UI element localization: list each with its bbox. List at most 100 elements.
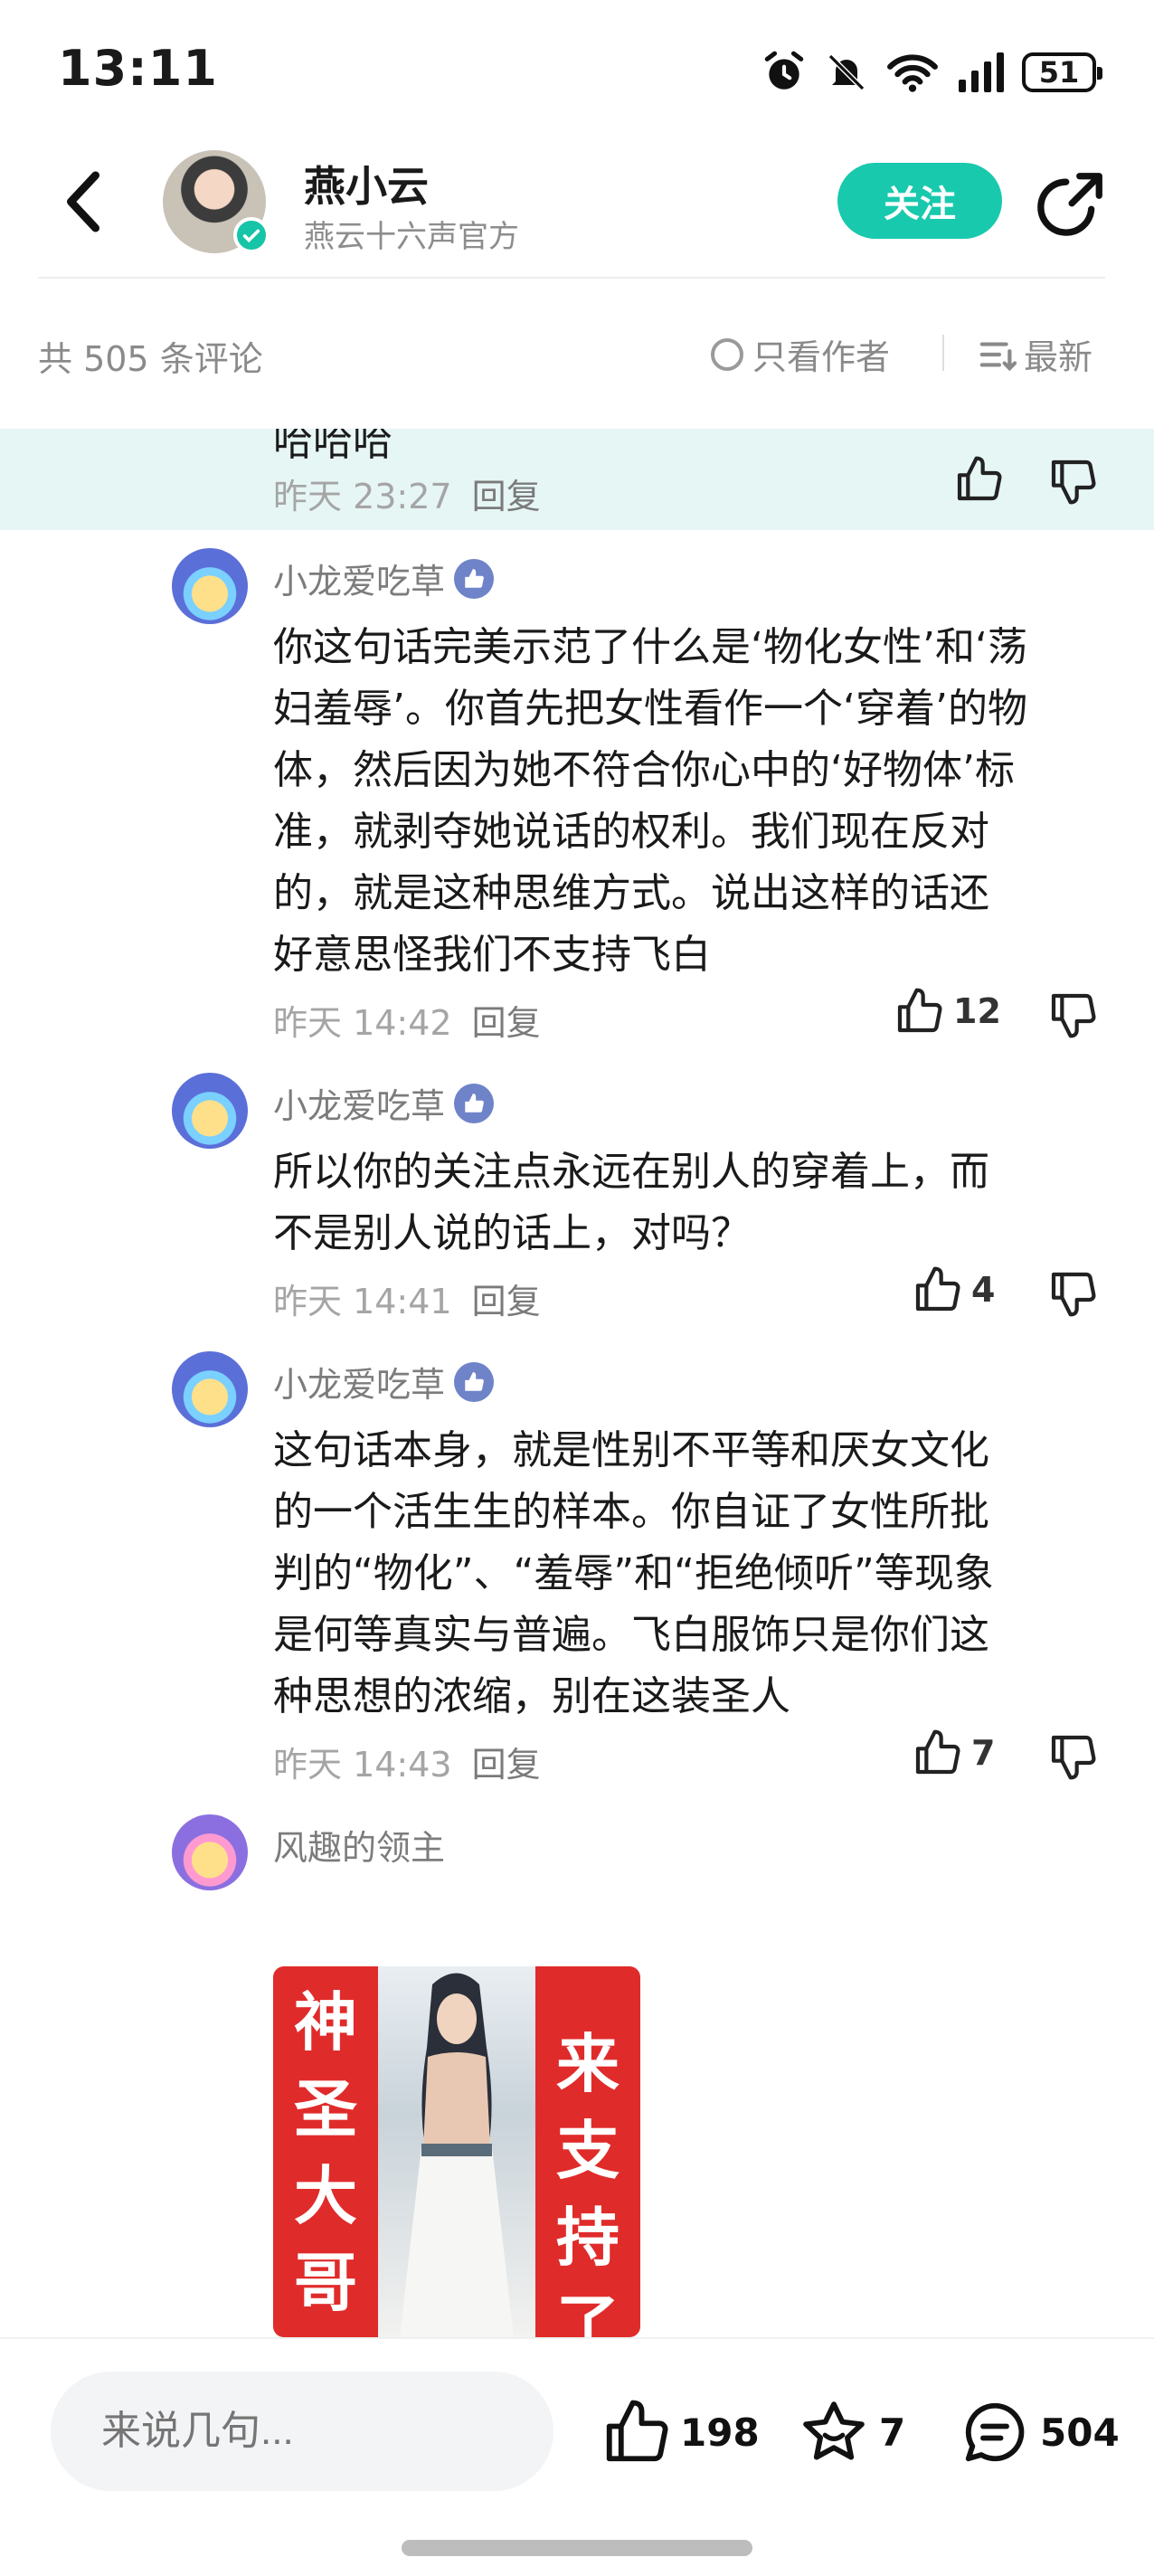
highlighted-comment: 哈哈哈 昨天 23:27 回复 [0, 429, 1154, 530]
share-icon [1037, 173, 1102, 236]
thumbs-up-icon [957, 456, 1002, 501]
home-indicator[interactable] [402, 2540, 752, 2556]
comment-time: 昨天 23:27 [273, 477, 452, 516]
thumbs-down-icon [1051, 459, 1096, 505]
like-button[interactable]: 4 [912, 1264, 995, 1315]
dislike-button[interactable] [1047, 990, 1098, 1044]
commenter-avatar[interactable] [172, 1073, 248, 1149]
like-button[interactable]: 12 [894, 986, 1001, 1037]
signal-icon [959, 52, 1004, 92]
like-button[interactable]: 7 [912, 1728, 995, 1778]
radio-circle-icon [711, 337, 743, 371]
alarm-icon [764, 51, 804, 90]
image-caption-right: 来 支 持 了 [535, 1966, 640, 2337]
comment-text: 这句话本身，就是性别不平等和厌女文化 的一个活生生的样本。你自证了女性所批 判的… [273, 1420, 1123, 1728]
like-count: 7 [971, 1733, 996, 1773]
comment-line: 判的“物化”、“羞辱”和“拒绝倾听”等现象 [273, 1550, 994, 1596]
comment-image[interactable]: 神 圣 大 哥 来 支 持 了 [273, 1966, 640, 2337]
header-divider [38, 277, 1105, 279]
comment-bubble-icon [965, 2402, 1025, 2462]
image-char: 来 [556, 2027, 620, 2101]
comments-button[interactable]: 504 [959, 2397, 1120, 2467]
post-like-button[interactable]: 198 [601, 2397, 760, 2467]
image-char: 圣 [294, 2072, 357, 2146]
comment-line: 你这句话完美示范了什么是‘物化女性’和‘荡 [273, 624, 1027, 670]
reply-button[interactable]: 回复 [472, 1745, 541, 1785]
sort-toggle[interactable]: 最新 [979, 329, 1093, 379]
author-subtitle: 燕云十六声官方 [304, 219, 519, 255]
comment-input[interactable] [51, 2372, 553, 2491]
mute-bell-icon [828, 53, 866, 91]
follow-button[interactable]: 关注 [837, 163, 1002, 239]
commenter-name-label: 小龙爱吃草 [273, 1365, 446, 1405]
comment-count: 共 505 条评论 [38, 339, 263, 379]
image-char: 神 [294, 1985, 357, 2060]
image-caption-left: 神 圣 大 哥 [273, 1966, 378, 2337]
favorite-count: 7 [879, 2410, 906, 2455]
comment-line: 不是别人说的话上，对吗？ [273, 1210, 751, 1256]
commenter-name-label: 小龙爱吃草 [273, 1086, 446, 1126]
favorite-button[interactable]: 7 [798, 2397, 905, 2467]
wifi-icon [887, 54, 938, 92]
comment-line: 好意思怪我们不支持飞白 [273, 932, 711, 978]
commenter-avatar[interactable] [172, 1814, 248, 1890]
battery-icon: 51 [1022, 52, 1102, 92]
dislike-button[interactable] [1047, 1731, 1098, 1785]
author-name[interactable]: 燕小云 [304, 154, 429, 213]
back-button[interactable] [51, 161, 116, 242]
comment-line: 体，然后因为她不符合你心中的‘好物体’标 [273, 747, 1015, 793]
comment-line: 准，就剥夺她说话的权利。我们现在反对 [273, 809, 989, 855]
post-comment-count: 504 [1040, 2410, 1120, 2455]
image-figure [378, 1966, 535, 2337]
commenter-name[interactable]: 小龙爱吃草 [273, 1078, 495, 1128]
commenter-avatar[interactable] [172, 1351, 248, 1427]
comment-meta: 昨天 14:41 回复 [273, 1274, 541, 1323]
comment-text: 哈哈哈 [273, 429, 393, 465]
comment-line: 妇羞辱’。你首先把女性看作一个‘穿着’的物 [273, 686, 1027, 732]
star-icon [803, 2401, 865, 2460]
like-count: 4 [971, 1270, 996, 1310]
filter-divider [942, 335, 944, 371]
comment-line: 这句话本身，就是性别不平等和厌女文化 [273, 1427, 989, 1473]
thumbs-up-icon [606, 2400, 668, 2462]
dislike-button[interactable] [1047, 456, 1098, 510]
dislike-button[interactable] [1047, 1268, 1098, 1322]
commenter-name[interactable]: 小龙爱吃草 [273, 1357, 495, 1406]
commenter-name[interactable]: 小龙爱吃草 [273, 554, 495, 603]
comment-line: 的，就是这种思维方式。说出这样的话还 [273, 870, 989, 916]
share-button[interactable] [1031, 166, 1109, 244]
chevron-left-icon [67, 171, 99, 232]
comment-line: 是何等真实与普遍。飞白服饰只是你们这 [273, 1612, 989, 1658]
commenter-avatar[interactable] [172, 548, 248, 624]
image-char: 哥 [294, 2246, 357, 2320]
like-button[interactable] [953, 454, 1004, 508]
comment-line: 的一个活生生的样本。你自证了女性所批 [273, 1489, 989, 1535]
sort-icon [979, 341, 1017, 371]
thumbs-up-icon [915, 1729, 960, 1775]
level-badge-icon [454, 1361, 495, 1402]
status-time: 13:11 [58, 40, 218, 97]
comment-meta: 昨天 23:27 回复 [273, 469, 541, 518]
comment-text: 你这句话完美示范了什么是‘物化女性’和‘荡 妇羞辱’。你首先把女性看作一个‘穿着… [273, 617, 1123, 986]
author-only-toggle[interactable]: 只看作者 [711, 329, 890, 379]
thumbs-down-icon [1051, 1735, 1096, 1780]
comment-text: 所以你的关注点永远在别人的穿着上，而 不是别人说的话上，对吗？ [273, 1141, 1123, 1264]
verified-badge-icon [233, 217, 270, 253]
bottom-divider [0, 2337, 1154, 2339]
comment-time: 昨天 14:41 [273, 1282, 452, 1321]
author-only-label: 只看作者 [752, 337, 891, 377]
commenter-name-label: 风趣的领主 [273, 1828, 446, 1868]
thumbs-up-icon [915, 1266, 960, 1312]
level-badge-icon [454, 1083, 495, 1123]
comment-time: 昨天 14:42 [273, 1003, 452, 1043]
comment-time: 昨天 14:43 [273, 1745, 452, 1785]
commenter-name[interactable]: 风趣的领主 [273, 1820, 445, 1870]
image-char: 了 [556, 2287, 620, 2337]
image-char: 大 [294, 2159, 357, 2233]
author-avatar[interactable] [163, 150, 270, 253]
post-like-count: 198 [680, 2410, 760, 2455]
reply-button[interactable]: 回复 [472, 1003, 541, 1043]
reply-button[interactable]: 回复 [472, 477, 541, 516]
reply-button[interactable]: 回复 [472, 1282, 541, 1321]
comment-meta: 昨天 14:43 回复 [273, 1737, 541, 1786]
